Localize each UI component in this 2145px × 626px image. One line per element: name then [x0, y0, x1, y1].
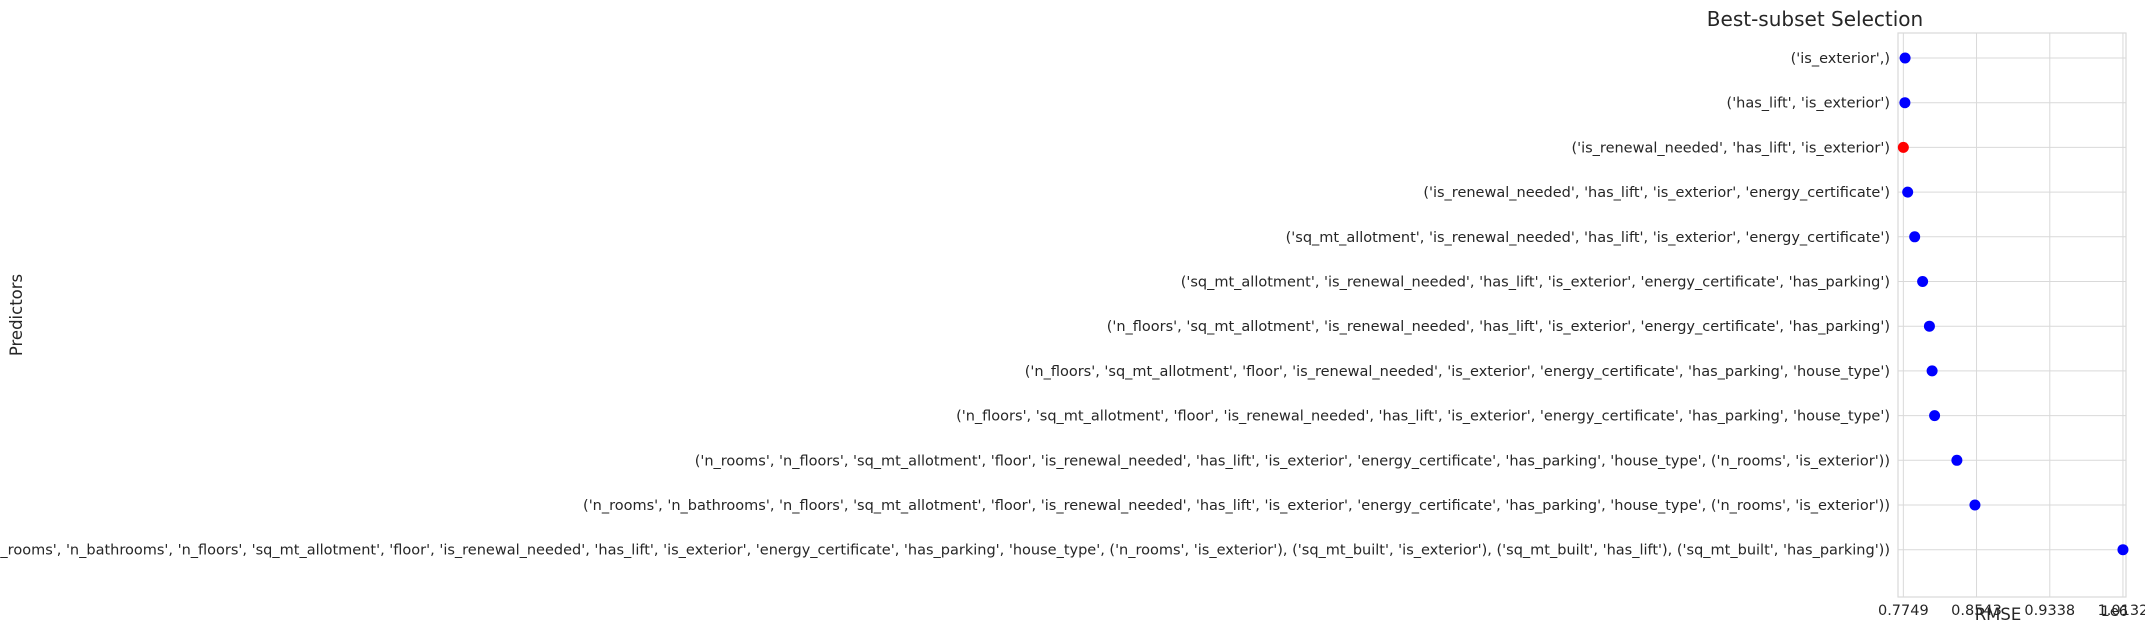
best-subset-chart: Best-subset Selection ('is_exterior',)('… [0, 7, 2145, 624]
y-tick-label: ('is_renewal_needed', 'has_lift', 'is_ex… [1571, 140, 1890, 156]
x-tick-label: 0.7749 [1878, 603, 1929, 619]
x-axis-title: RMSE [1975, 605, 2022, 624]
y-tick-label: ('is_renewal_needed', 'has_lift', 'is_ex… [1423, 185, 1890, 201]
category-labels: ('is_exterior',) ('has_lift', 'is_exterio… [0, 51, 1890, 559]
x-axis-offset-label: 1e6 [2101, 604, 2128, 620]
y-axis-title: Predictors [7, 274, 26, 356]
chart-title: Best-subset Selection [1707, 7, 1923, 31]
x-tick-label: 0.9338 [2024, 603, 2075, 619]
y-tick-label: ('sq_mt_allotment', 'is_renewal_needed',… [1286, 230, 1890, 246]
data-point [1899, 97, 1911, 109]
data-point [2117, 544, 2129, 556]
y-tick-label: ('sq_mt_built', 'n_rooms', 'n_bathrooms'… [0, 543, 1890, 559]
y-tick-label: ('n_floors', 'sq_mt_allotment', 'floor',… [1025, 364, 1890, 380]
best-model-point [1897, 141, 1909, 153]
y-tick-label: ('n_floors', 'sq_mt_allotment', 'floor',… [956, 409, 1890, 425]
data-point [1909, 231, 1921, 243]
data-point [1951, 454, 1963, 466]
data-point [1923, 320, 1935, 332]
plot-frame [1897, 32, 2127, 598]
y-tick-label: ('n_rooms', 'n_floors', 'sq_mt_allotment… [695, 453, 1890, 469]
y-tick-label: ('is_exterior',) [1791, 51, 1890, 67]
y-tick-label: ('has_lift', 'is_exterior') [1727, 96, 1890, 112]
data-point [1929, 410, 1941, 422]
data-point [1902, 186, 1914, 198]
data-points [1897, 52, 2129, 556]
data-point [1917, 276, 1929, 287]
data-point [1969, 499, 1981, 511]
grid-lines [1898, 33, 2126, 597]
y-tick-label: ('n_rooms', 'n_bathrooms', 'n_floors', '… [583, 498, 1890, 514]
data-point [1899, 52, 1911, 64]
y-tick-label: ('sq_mt_allotment', 'is_renewal_needed',… [1181, 275, 1890, 291]
y-tick-label: ('n_floors', 'sq_mt_allotment', 'is_rene… [1107, 319, 1890, 335]
data-point [1926, 365, 1938, 377]
